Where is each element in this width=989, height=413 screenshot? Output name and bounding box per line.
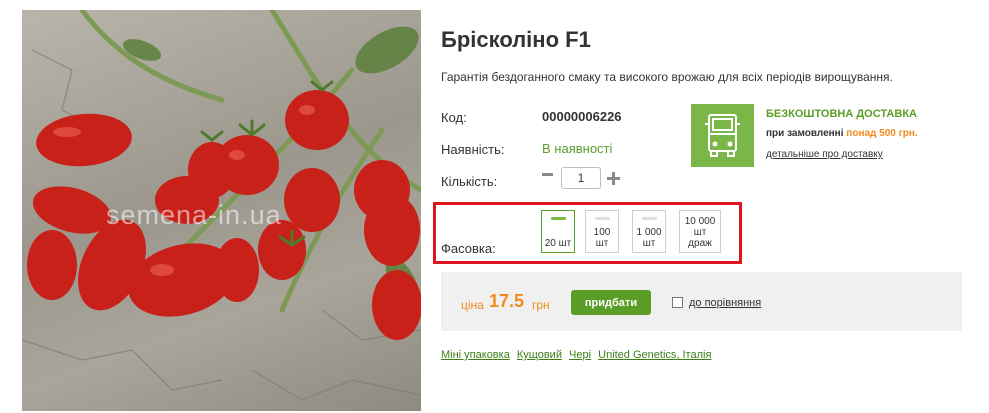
delivery-badge: [691, 104, 754, 167]
delivery-details-link[interactable]: детальніше про доставку: [766, 149, 883, 160]
quantity-decrease-button[interactable]: [541, 167, 555, 181]
delivery-condition-prefix: при замовленні: [766, 128, 844, 139]
pack-indicator: [551, 217, 566, 220]
tag-link-producer[interactable]: United Genetics, Італія: [598, 349, 711, 361]
price-currency: грн: [532, 298, 550, 312]
code-label: Код:: [441, 110, 467, 125]
pack-option-1000[interactable]: 1 000 шт: [632, 210, 666, 253]
pack-option-20[interactable]: 20 шт: [541, 210, 575, 253]
compare-checkbox[interactable]: [672, 297, 683, 308]
pack-indicator: [595, 217, 610, 220]
photo-watermark: semena-in.ua: [106, 200, 282, 230]
pack-option-label: 1 000 шт: [636, 227, 662, 249]
product-description: Гарантія бездоганного смаку та високого …: [441, 70, 893, 84]
product-tags: Міні упаковка Кущовий Чері United Geneti…: [441, 349, 715, 361]
quantity-input[interactable]: [561, 167, 601, 189]
pack-option-label: 20 шт: [544, 238, 572, 249]
product-title: Брісколіно F1: [441, 27, 591, 52]
packaging-label: Фасовка:: [441, 241, 496, 256]
code-value: 00000006226: [542, 109, 622, 124]
delivery-condition-amount: понад 500 грн.: [846, 128, 918, 139]
pack-option-label: 10 000 шт драж: [684, 216, 716, 249]
pack-option-10000[interactable]: 10 000 шт драж: [679, 210, 721, 253]
pack-option-100[interactable]: 100 шт: [585, 210, 619, 253]
delivery-condition: при замовленні понад 500 грн.: [766, 128, 918, 139]
product-photo[interactable]: semena-in.ua: [22, 10, 421, 411]
quantity-label: Кількість:: [441, 174, 498, 189]
tag-link-mini-pack[interactable]: Міні упаковка: [441, 349, 510, 361]
buy-button[interactable]: придбати: [571, 290, 651, 315]
availability-label: Наявність:: [441, 142, 505, 157]
compare-label[interactable]: до порівняння: [689, 297, 761, 309]
pack-indicator: [642, 217, 657, 220]
quantity-increase-button[interactable]: [607, 172, 620, 185]
free-delivery-title: БЕЗКОШТОВНА ДОСТАВКА: [766, 108, 917, 120]
tag-link-bush[interactable]: Кущовий: [517, 349, 562, 361]
pack-option-label: 100 шт: [593, 227, 611, 249]
tag-link-cherry[interactable]: Чері: [569, 349, 591, 361]
truck-icon: [705, 114, 740, 157]
availability-value: В наявності: [542, 141, 613, 156]
price-value: 17.5: [489, 291, 525, 311]
price-label: ціна: [461, 298, 484, 312]
